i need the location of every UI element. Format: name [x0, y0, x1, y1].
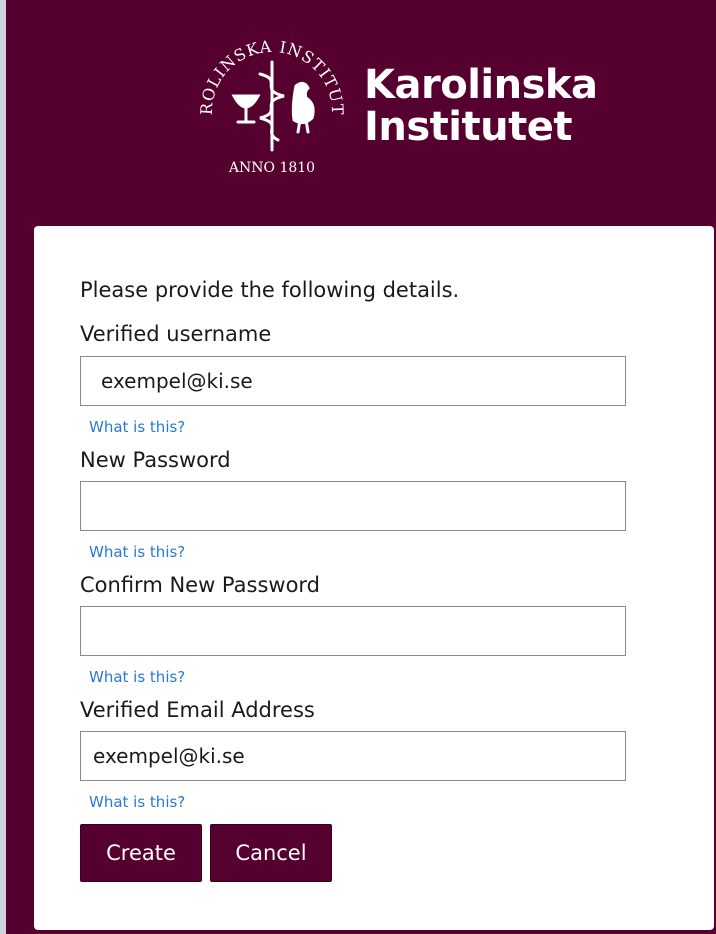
new-password-help-link[interactable]: What is this?: [89, 543, 185, 561]
window-edge: [0, 0, 6, 934]
form-intro: Please provide the following details.: [80, 278, 460, 302]
logo-line-1: Karolinska: [364, 62, 598, 108]
logo-line-2: Institutet: [364, 104, 572, 150]
confirm-password-input[interactable]: [80, 606, 626, 656]
email-input[interactable]: [80, 731, 626, 781]
username-label: Verified username: [80, 322, 272, 346]
create-button[interactable]: Create: [80, 824, 202, 882]
svg-text:KAROLINSKA INSTITUTET: KAROLINSKA INSTITUTET: [188, 22, 347, 116]
logo-wordmark: Karolinska Institutet: [364, 64, 598, 148]
ki-logo: KAROLINSKA INSTITUTET ANNO 1810 Karolins…: [188, 22, 598, 192]
form-card: Please provide the following details. Ve…: [34, 226, 714, 930]
confirm-password-label: Confirm New Password: [80, 573, 321, 597]
new-password-label: New Password: [80, 448, 231, 472]
cancel-button[interactable]: Cancel: [210, 824, 332, 882]
email-help-link[interactable]: What is this?: [89, 793, 185, 811]
confirm-password-help-link[interactable]: What is this?: [89, 668, 185, 686]
username-help-link[interactable]: What is this?: [89, 418, 185, 436]
ki-seal-icon: KAROLINSKA INSTITUTET ANNO 1810: [188, 22, 347, 176]
new-password-input[interactable]: [80, 481, 626, 531]
seal-year-text: ANNO 1810: [228, 160, 315, 176]
email-label: Verified Email Address: [80, 698, 315, 722]
username-input[interactable]: [80, 356, 626, 406]
